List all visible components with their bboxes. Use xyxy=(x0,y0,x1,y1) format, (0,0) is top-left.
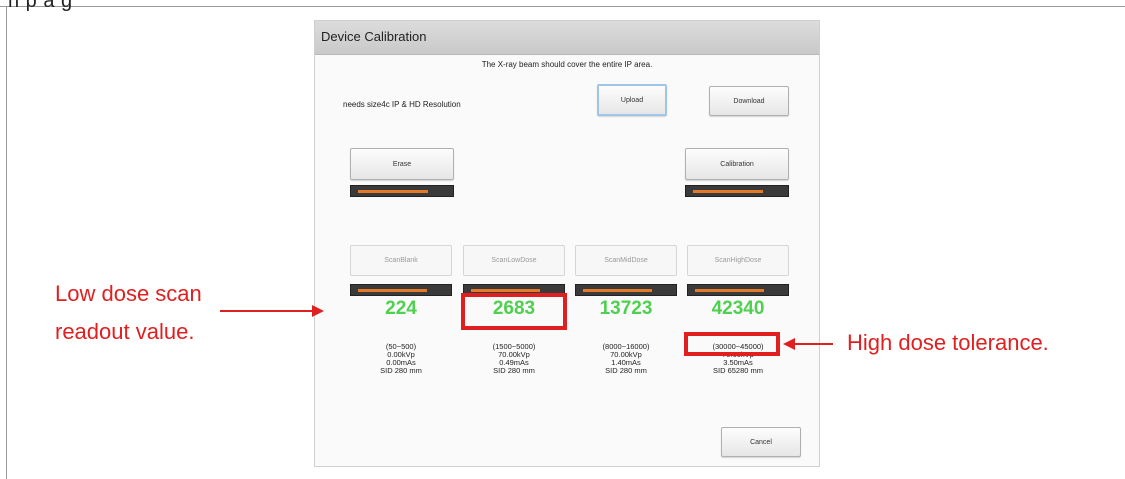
scan-low-dose-progress-fill xyxy=(471,289,540,292)
scan-low-dose-info: (1500~5000) 70.00kVp 0.49mAs SID 280 mm xyxy=(463,343,565,375)
download-button[interactable]: Download xyxy=(709,86,789,116)
erase-progress-bar xyxy=(350,185,454,197)
erase-progress-fill xyxy=(358,190,428,193)
scan-high-dose-progress-fill xyxy=(695,289,764,292)
high-dose-tolerance-highlight-box xyxy=(684,332,780,356)
cancel-button[interactable]: Cancel xyxy=(721,427,801,457)
dialog-titlebar: Device Calibration xyxy=(315,21,819,55)
calibration-progress-bar xyxy=(685,185,789,197)
requirements-text: needs size4c IP & HD Resolution xyxy=(343,100,461,109)
cut-off-heading: n p a g xyxy=(8,0,73,12)
scan-mid-dose-info: (8000~16000) 70.00kVp 1.40mAs SID 280 mm xyxy=(575,343,677,375)
scan-low-dose-button[interactable]: ScanLowDose xyxy=(463,245,565,276)
high-dose-annotation: High dose tolerance. xyxy=(847,330,1049,355)
calibration-progress-fill xyxy=(693,190,763,193)
scan-low-dose-sid: SID 280 mm xyxy=(493,366,535,375)
scan-mid-dose-progress-bar xyxy=(575,284,677,296)
scan-mid-dose-button[interactable]: ScanMidDose xyxy=(575,245,677,276)
page-frame-left xyxy=(6,6,7,479)
scan-mid-dose-sid: SID 280 mm xyxy=(605,366,647,375)
erase-button[interactable]: Erase xyxy=(350,148,454,180)
device-calibration-dialog: Device Calibration The X-ray beam should… xyxy=(314,20,820,467)
beam-hint-text: The X-ray beam should cover the entire I… xyxy=(481,60,653,69)
scan-blank-info: (50~500) 0.00kVp 0.00mAs SID 280 mm xyxy=(350,343,452,375)
low-dose-annotation-line2: readout value. xyxy=(55,319,195,344)
scan-high-dose-sid: SID 65280 mm xyxy=(712,366,764,375)
scan-mid-dose-readout: 13723 xyxy=(599,298,653,319)
high-dose-arrow-line xyxy=(793,343,833,345)
scan-high-dose-button[interactable]: ScanHighDose xyxy=(687,245,789,276)
scan-blank-sid: SID 280 mm xyxy=(380,366,422,375)
scan-high-dose-readout: 42340 xyxy=(711,298,765,319)
low-dose-annotation-line1: Low dose scan xyxy=(55,281,202,306)
page-frame-top xyxy=(0,6,1125,7)
dialog-title: Device Calibration xyxy=(321,29,427,44)
low-dose-arrow-line xyxy=(220,310,316,312)
scan-blank-progress-bar xyxy=(350,284,452,296)
calibration-button[interactable]: Calibration xyxy=(685,148,789,180)
scan-mid-dose-progress-fill xyxy=(583,289,652,292)
scan-blank-readout: 224 xyxy=(385,298,417,319)
low-dose-arrow-head xyxy=(312,305,324,317)
scan-blank-button[interactable]: ScanBlank xyxy=(350,245,452,276)
upload-button[interactable]: Upload xyxy=(597,84,667,116)
low-dose-highlight-box xyxy=(461,293,567,330)
scan-high-dose-progress-bar xyxy=(687,284,789,296)
scan-blank-progress-fill xyxy=(358,289,427,292)
